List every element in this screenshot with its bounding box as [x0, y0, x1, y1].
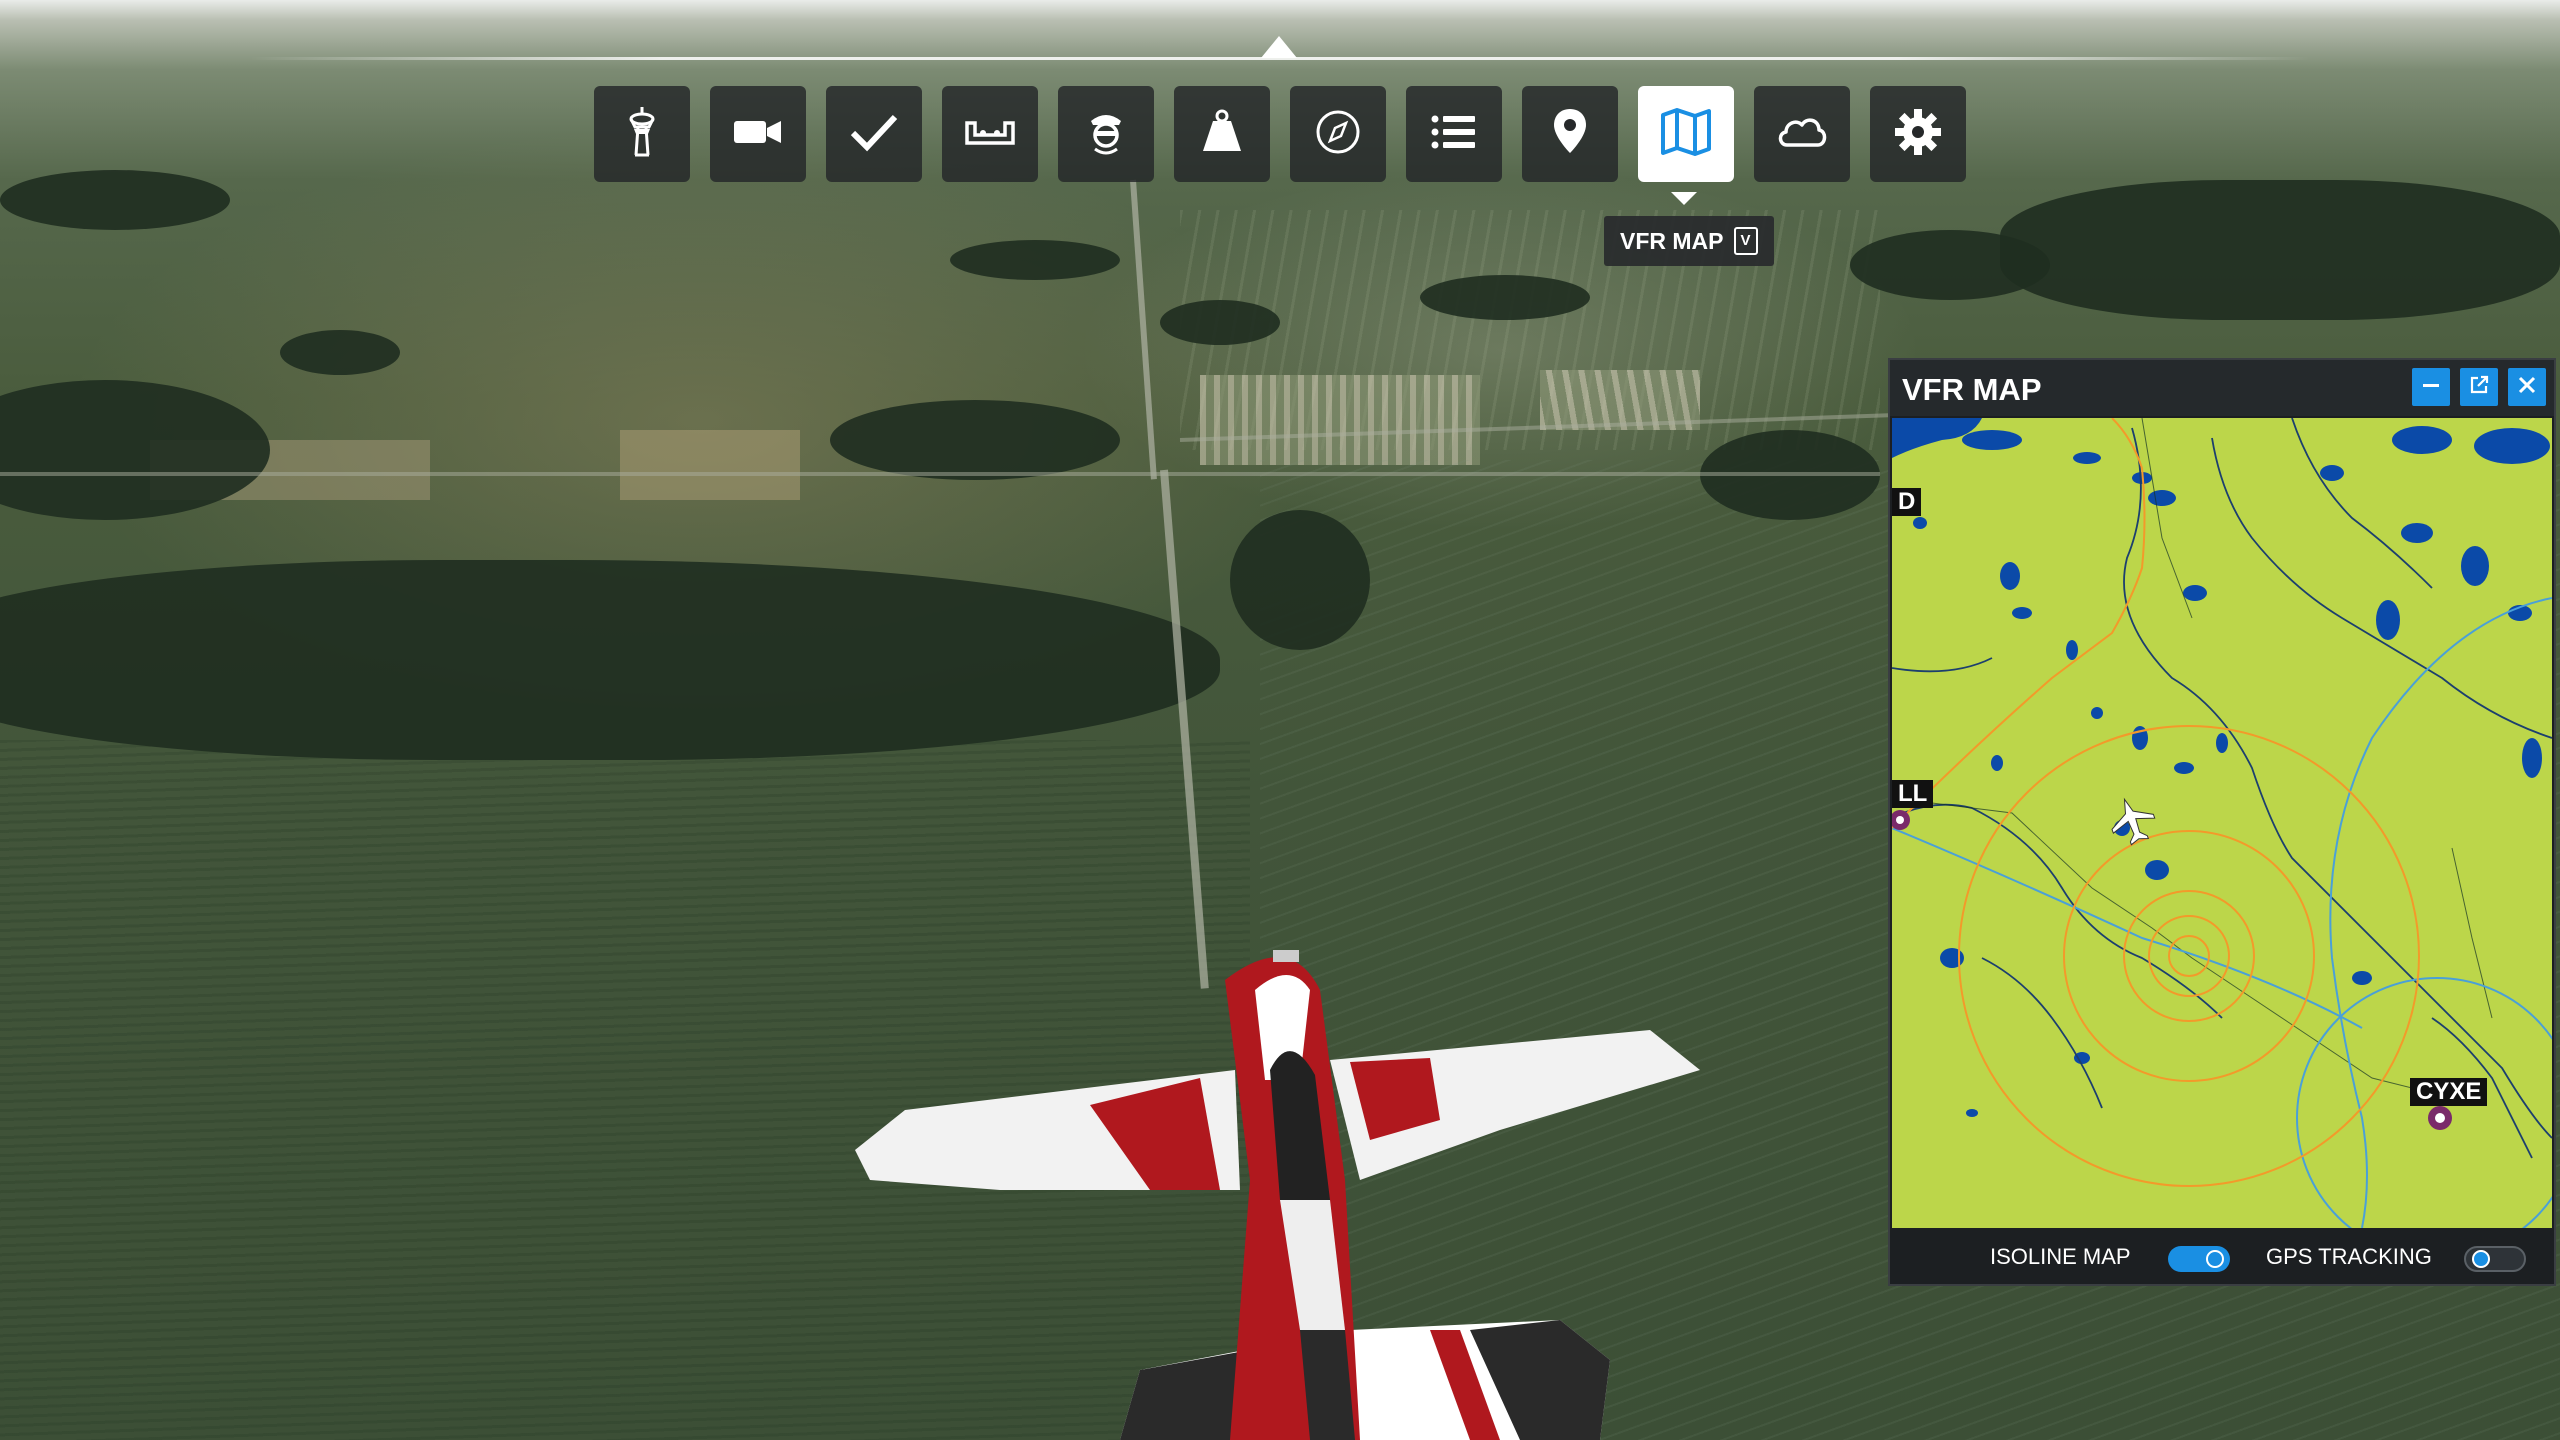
pilot-button[interactable]: [1058, 86, 1154, 182]
map-rivers: [1892, 418, 2552, 1159]
weather-button[interactable]: [1754, 86, 1850, 182]
tooltip-arrow: [1671, 192, 1697, 205]
travel-to-button[interactable]: [1522, 86, 1618, 182]
map-label-airport-partial: D: [1892, 488, 1922, 516]
vfr-map-graphics: [1892, 418, 2552, 1228]
controls-icon: [961, 103, 1019, 166]
weight-icon: [1193, 103, 1251, 166]
toggle-knob: [2206, 1250, 2224, 1268]
map-label-airport-partial: LL: [1892, 780, 1934, 808]
camera-icon: [729, 103, 787, 166]
aircraft-position-icon: [2111, 797, 2156, 846]
settings-icon: [1889, 103, 1947, 166]
gps-tracking-toggle[interactable]: [2464, 1246, 2526, 1272]
checklist-button[interactable]: [826, 86, 922, 182]
atc-tower-icon: [613, 103, 671, 166]
isoline-map-label: ISOLINE MAP: [1990, 1244, 2131, 1269]
toolbar: [594, 86, 1966, 182]
close-icon: [2515, 373, 2539, 402]
vfr-map-button[interactable]: [1638, 86, 1734, 182]
pop-out-button[interactable]: [2460, 368, 2498, 406]
close-button[interactable]: [2508, 368, 2546, 406]
settings-button[interactable]: [1870, 86, 1966, 182]
vfr-map-title: VFR MAP: [1902, 372, 2042, 407]
vfr-map-panel: VFR MAP D LL CYXE ISOLINE MAP GPS TRACKI…: [1888, 358, 2556, 1286]
vfr-map-tooltip: VFR MAP V: [1604, 216, 1774, 266]
checklist-icon: [845, 103, 903, 166]
map-range-rings: [1892, 418, 2420, 1187]
vfr-map-canvas[interactable]: D LL CYXE: [1892, 418, 2552, 1228]
vfr-map-footer: ISOLINE MAP GPS TRACKING: [1890, 1230, 2554, 1284]
camera-button[interactable]: [710, 86, 806, 182]
navlog-icon: [1309, 103, 1367, 166]
vfr-map-titlebar[interactable]: VFR MAP: [1890, 360, 2554, 416]
atc-button[interactable]: [594, 86, 690, 182]
vfr-map-icon: [1657, 103, 1715, 166]
tooltip-shortcut-key: V: [1733, 227, 1758, 255]
controls-button[interactable]: [942, 86, 1038, 182]
weight-balance-button[interactable]: [1174, 86, 1270, 182]
minimize-icon: [2419, 373, 2443, 402]
objectives-icon: [1425, 103, 1483, 166]
location-pin-icon: [1541, 103, 1599, 166]
external-window-icon: [2467, 373, 2491, 402]
tooltip-label: VFR MAP: [1620, 227, 1724, 254]
weather-icon: [1773, 103, 1831, 166]
gps-tracking-label: GPS TRACKING: [2266, 1244, 2432, 1269]
objectives-button[interactable]: [1406, 86, 1502, 182]
pilot-icon: [1077, 103, 1135, 166]
map-airspace: [1892, 597, 2552, 1228]
map-label-cyxe[interactable]: CYXE: [2410, 1078, 2488, 1106]
isoline-map-toggle[interactable]: [2168, 1246, 2230, 1272]
navlog-button[interactable]: [1290, 86, 1386, 182]
toggle-knob: [2472, 1250, 2490, 1268]
minimize-button[interactable]: [2412, 368, 2450, 406]
airport-icon: [2428, 1106, 2452, 1130]
toolbar-collapse-caret[interactable]: [1261, 36, 1297, 58]
